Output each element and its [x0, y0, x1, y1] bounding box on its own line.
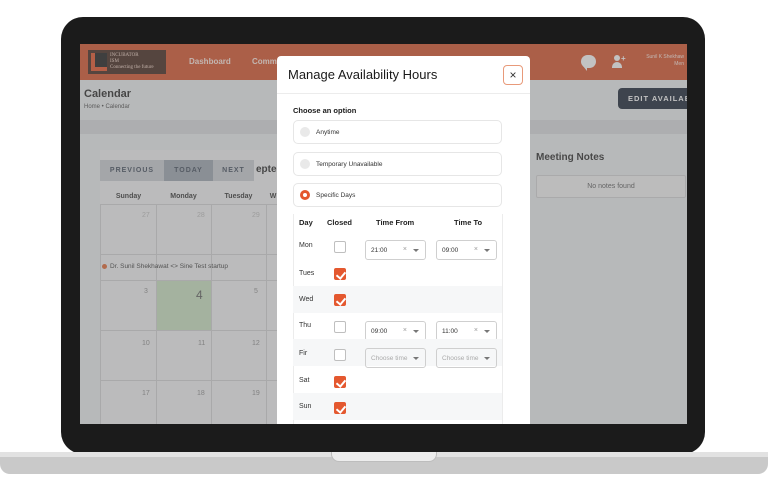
- row-day: Sat: [299, 377, 310, 384]
- table-row: [293, 393, 502, 420]
- table-row: [293, 366, 502, 393]
- radio-icon: [300, 127, 310, 137]
- choose-option-label: Choose an option: [293, 106, 357, 115]
- chevron-down-icon: [413, 330, 419, 333]
- time-to-select[interactable]: Choose time: [436, 348, 497, 368]
- header-closed: Closed: [327, 218, 353, 227]
- clear-icon[interactable]: ×: [403, 246, 407, 253]
- header-day: Day: [299, 218, 313, 227]
- row-day: Mon: [299, 242, 313, 249]
- header-time-to: Time To: [454, 218, 483, 227]
- row-day: Thu: [299, 322, 312, 329]
- chevron-down-icon: [413, 357, 419, 360]
- modal-title: Manage Availability Hours: [288, 67, 438, 82]
- chevron-down-icon: [484, 249, 490, 252]
- row-day: Wed: [299, 296, 314, 303]
- row-day: Sun: [299, 403, 312, 410]
- time-from-select[interactable]: 21:00 ×: [365, 240, 426, 260]
- time-from-select[interactable]: 09:00 ×: [365, 321, 426, 341]
- radio-icon: [300, 159, 310, 169]
- radio-selected-icon: [300, 190, 310, 200]
- time-from-select[interactable]: Choose time: [365, 348, 426, 368]
- close-icon[interactable]: ×: [503, 65, 523, 85]
- chevron-down-icon: [484, 357, 490, 360]
- time-to-select[interactable]: 09:00 ×: [436, 240, 497, 260]
- time-to-select[interactable]: 11:00 ×: [436, 321, 497, 341]
- closed-checkbox[interactable]: [334, 294, 346, 306]
- chevron-down-icon: [484, 330, 490, 333]
- option-label: Anytime: [316, 128, 340, 136]
- clear-icon[interactable]: ×: [403, 327, 407, 334]
- closed-checkbox[interactable]: [334, 349, 346, 361]
- option-specific-days[interactable]: Specific Days: [293, 183, 502, 207]
- option-temporary-unavailable[interactable]: Temporary Unavailable: [293, 152, 502, 176]
- chevron-down-icon: [413, 249, 419, 252]
- closed-checkbox[interactable]: [334, 376, 346, 388]
- closed-checkbox[interactable]: [334, 402, 346, 414]
- closed-checkbox[interactable]: [334, 321, 346, 333]
- row-day: Fir: [299, 350, 308, 357]
- screen: INCUBATOR ISM Connecting the future Dash…: [80, 44, 687, 424]
- laptop-notch: [331, 452, 437, 462]
- option-label: Specific Days: [316, 191, 356, 199]
- option-anytime[interactable]: Anytime: [293, 120, 502, 144]
- closed-checkbox[interactable]: [334, 268, 346, 280]
- option-label: Temporary Unavailable: [316, 160, 383, 168]
- availability-modal: Manage Availability Hours × Choose an op…: [277, 56, 530, 424]
- row-day: Tues: [299, 270, 315, 277]
- clear-icon[interactable]: ×: [474, 327, 478, 334]
- table-row: [293, 259, 502, 286]
- header-time-from: Time From: [376, 218, 415, 227]
- clear-icon[interactable]: ×: [474, 246, 478, 253]
- closed-checkbox[interactable]: [334, 241, 346, 253]
- table-row: [293, 286, 502, 313]
